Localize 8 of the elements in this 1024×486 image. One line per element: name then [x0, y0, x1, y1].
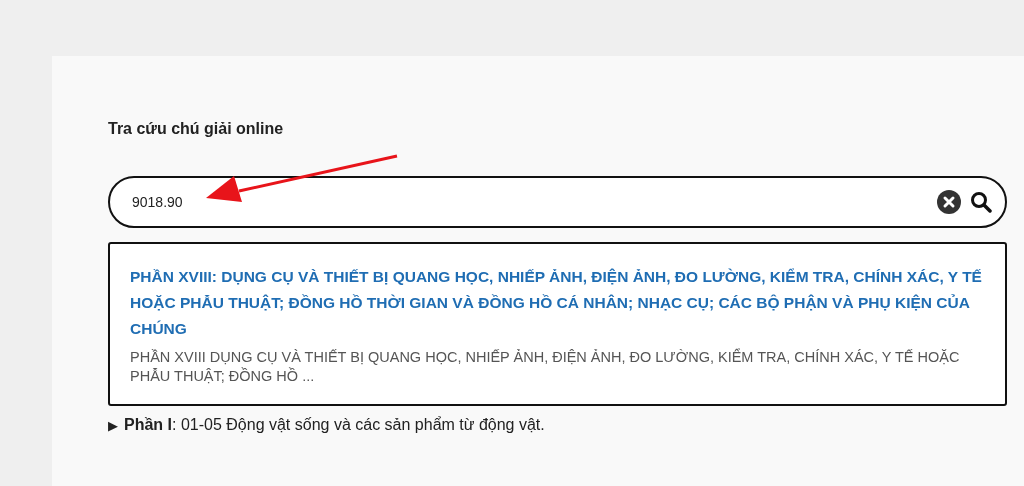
result-snippet: PHẦN XVIII DỤNG CỤ VÀ THIẾT BỊ QUANG HỌC, NHIẾP ẢNH, ĐIỆN ẢNH, ĐO LƯỜNG, KIỂM TRA, CHÍNH XÁC, Y TẾ HOẶC PHẪU THUẬT; ĐỒNG HỒ ... — [130, 348, 961, 386]
section-heading: Tra cứu chú giải online — [108, 120, 285, 139]
section-summary[interactable]: Phần I: 01-05 Động vật sống và các sản phẩm từ động vật. — [124, 416, 545, 434]
search-icon[interactable] — [970, 191, 992, 213]
clear-icon[interactable] — [937, 190, 961, 214]
result-link[interactable]: PHẦN XVIII: DỤNG CỤ VÀ THIẾT BỊ QUANG HỌC, NHIẾP ẢNH, ĐIỆN ẢNH, ĐO LƯỜNG, KIỂM TRA, CHÍNH XÁC, Y TẾ HOẶC PHẪU THUẬT; ĐỒNG HỒ THỜI GIAN VÀ ĐỒNG HỒ CÁ NHÂN; NHẠC CỤ; CÁC BỘ PHẬN VÀ PHỤ KIỆN CỦA CHÚNG — [130, 264, 989, 342]
expand-toggle[interactable]: ▶ — [108, 417, 118, 433]
search-field[interactable]: 9018.90 — [108, 176, 1007, 228]
